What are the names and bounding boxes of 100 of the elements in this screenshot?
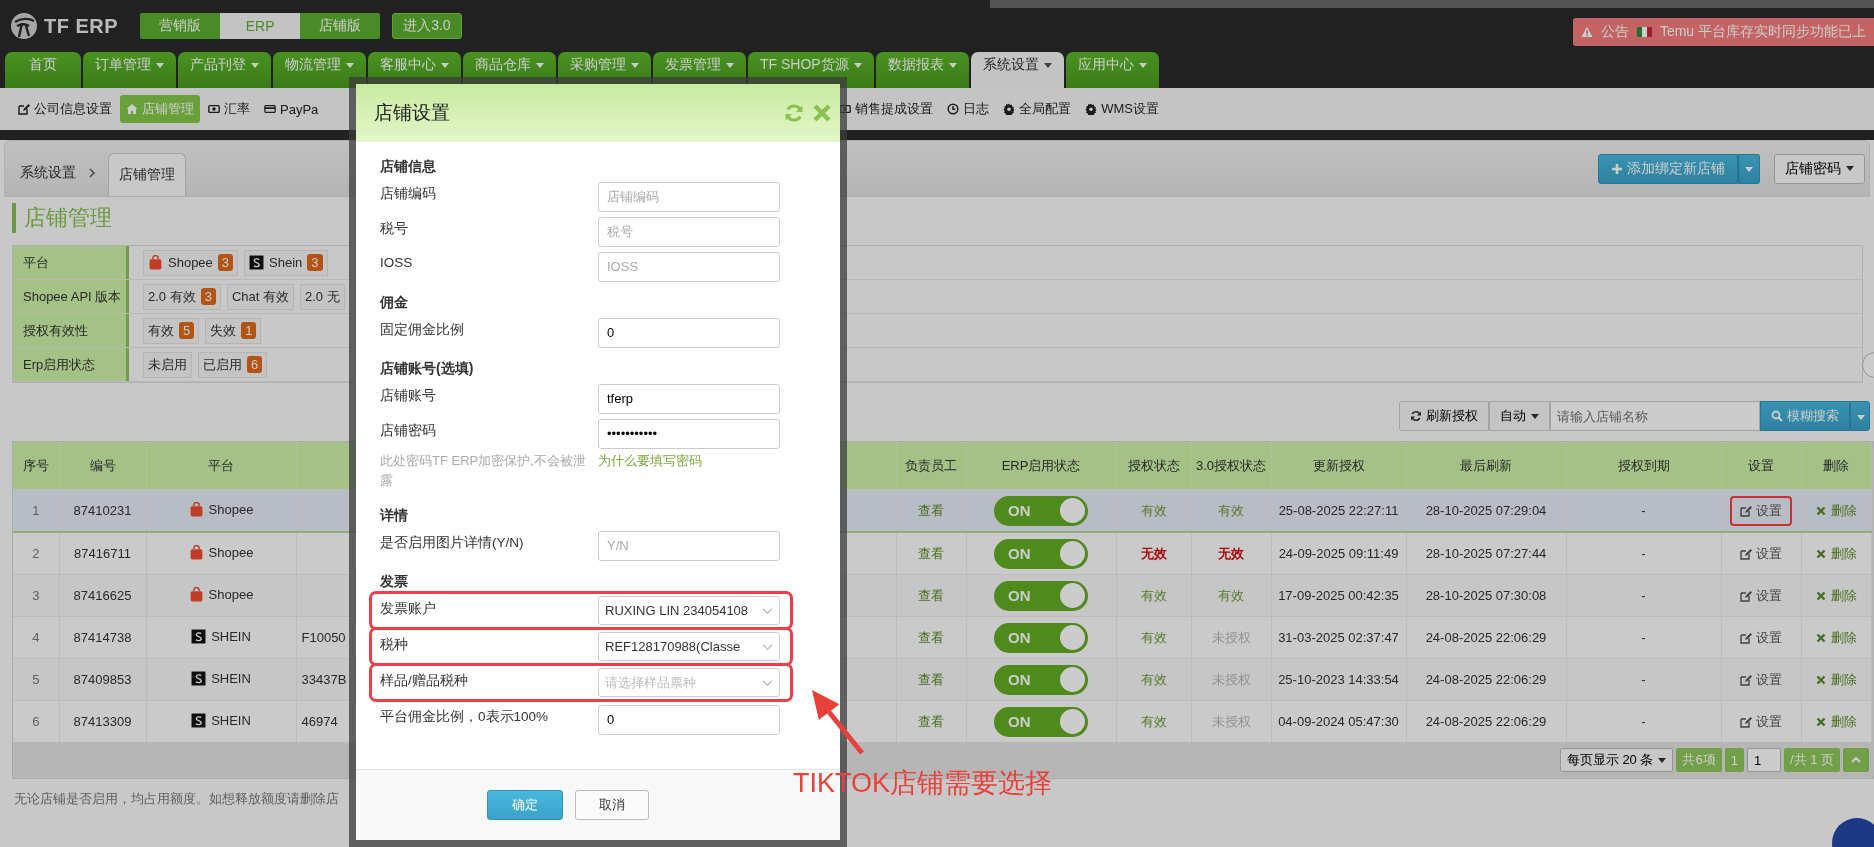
field-label: 平台佣金比例，0表示100% (380, 708, 549, 726)
breadcrumb-tab[interactable]: 店铺管理 (108, 153, 186, 196)
input-field[interactable]: 店铺编码 (598, 181, 780, 212)
search-field[interactable]: 请输入店铺名称 (1550, 401, 1760, 431)
subnav-item[interactable]: 日志 (941, 95, 996, 123)
settings-button[interactable]: 设置 (1730, 495, 1792, 526)
input-field[interactable]: 0 (598, 704, 780, 735)
table-cell: 04-09-2024 05:47:30 (1278, 714, 1399, 729)
view-link[interactable]: 查看 (918, 629, 944, 645)
input-field[interactable]: 0 (598, 317, 780, 348)
dropdown-button[interactable] (1850, 401, 1870, 431)
home-icon (126, 103, 138, 115)
filter-option[interactable]: 有效 5 (143, 317, 200, 344)
filter-option[interactable]: 2.0 无 (300, 283, 345, 310)
caret-icon (1531, 413, 1539, 419)
field-label: 发票账户 (380, 600, 436, 618)
dropdown-button[interactable] (1738, 153, 1760, 184)
view-link[interactable]: 查看 (918, 671, 944, 687)
filter-option[interactable]: Shein 3 (244, 249, 328, 276)
view-link[interactable]: 查看 (918, 545, 944, 561)
edit-icon (1740, 504, 1752, 517)
close-icon[interactable] (812, 103, 832, 123)
logo[interactable]: TF ERP (10, 12, 119, 40)
table-cell: 2 (32, 546, 40, 561)
banknote-icon (208, 103, 220, 115)
subnav-item[interactable]: PayPa (258, 95, 325, 123)
caret-icon (156, 62, 164, 68)
page-size-dropdown[interactable]: 每页显示 20 条 (1559, 748, 1674, 772)
table-cell: 28-10-2025 07:27:44 (1425, 546, 1547, 561)
filter-option[interactable]: 未启用 (143, 351, 192, 378)
close-icon (1815, 631, 1827, 644)
filter-option[interactable]: 失效 1 (205, 317, 262, 344)
count-badge: 3 (217, 254, 234, 271)
refresh-auth-button[interactable]: 刷新授权 (1399, 401, 1489, 431)
table-cell: 87410231 (73, 503, 132, 518)
select-field[interactable]: REF128170988(Classe (598, 632, 780, 661)
status-text: 有效 (1140, 671, 1167, 687)
quota-note: 无论店铺是否启用，均占用额度。如想释放额度请删除店 (14, 792, 339, 806)
input-field[interactable]: tferp (598, 383, 780, 414)
edit-icon (1740, 589, 1752, 602)
breadcrumb-link[interactable]: 系统设置 (20, 163, 76, 182)
auto-dropdown[interactable]: 自动 (1489, 401, 1550, 431)
refresh-icon (1410, 410, 1422, 422)
caret-icon (948, 62, 957, 68)
table-cell: 17-09-2025 00:42:35 (1278, 588, 1399, 603)
nav-tab[interactable]: 系统设置 (970, 52, 1064, 88)
section-heading: 店铺账号(选填) (380, 360, 475, 378)
chevron-down-icon (762, 642, 773, 651)
caret-icon (346, 62, 354, 68)
view-link[interactable]: 查看 (918, 502, 944, 518)
filter-option[interactable]: 2.0 有效 3 (143, 283, 221, 310)
close-icon (1815, 504, 1827, 517)
input-field[interactable]: IOSS (598, 251, 780, 282)
caret-icon (441, 62, 449, 68)
refresh-icon[interactable] (784, 103, 804, 123)
close-icon (1815, 715, 1827, 728)
column-header: 平台 (146, 442, 296, 490)
column-header: 更新授权 (1271, 442, 1406, 490)
store-password-button[interactable]: 店铺密码 (1774, 153, 1865, 184)
status-text: 有效 (1140, 587, 1167, 603)
subnav-item[interactable]: 全局配置 (997, 95, 1078, 123)
table-cell: 87414738 (73, 630, 132, 645)
table-cell: - (1641, 630, 1646, 645)
scroll-top-button[interactable] (1843, 748, 1869, 772)
column-header: 编号 (59, 442, 146, 490)
table-cell: 87413309 (73, 714, 132, 729)
table-cell: 46974 (301, 714, 338, 729)
search-icon (1771, 410, 1783, 422)
chevron-down-icon (762, 606, 773, 615)
shopping-bag-icon (188, 501, 204, 517)
input-field[interactable]: Y/N (598, 530, 780, 561)
subnav-item[interactable]: 公司信息设置 (12, 95, 118, 123)
column-header: 授权状态 (1116, 442, 1191, 490)
status-text: 有效 (1140, 713, 1167, 729)
subnav-item[interactable]: 汇率 (202, 95, 256, 123)
field-label: IOSS (380, 255, 413, 270)
select-field[interactable]: RUXING LIN 234054108 (598, 596, 780, 625)
flag-icon (1636, 27, 1652, 37)
page-input[interactable]: 1 (1746, 748, 1781, 772)
view-link[interactable]: 查看 (918, 587, 944, 603)
platform-cell: Shopee (188, 501, 254, 517)
view-link[interactable]: 查看 (918, 713, 944, 729)
caret-icon (1846, 166, 1854, 172)
table-cell: - (1641, 672, 1646, 687)
input-field[interactable]: 税号 (598, 216, 780, 247)
filter-option[interactable]: 已启用 6 (198, 351, 268, 378)
cancel-button[interactable]: 取消 (575, 790, 649, 820)
column-header: 设置 (1721, 442, 1801, 490)
warning-icon (1580, 26, 1593, 38)
platform-cell: SHEIN (191, 670, 251, 686)
filter-option[interactable]: Shopee 3 (143, 249, 239, 276)
input-field[interactable]: ••••••••••• (598, 418, 780, 449)
filter-option[interactable]: Chat 有效 (226, 283, 294, 310)
settings-icon (1085, 103, 1098, 115)
table-cell: 24-08-2025 22:06:29 (1425, 672, 1547, 687)
subnav-item[interactable]: WMS设置 (1079, 95, 1166, 123)
square-logo-icon (191, 712, 207, 728)
settings-icon (1003, 103, 1016, 115)
count-badge: 1 (241, 322, 257, 339)
caret-icon (853, 62, 862, 68)
